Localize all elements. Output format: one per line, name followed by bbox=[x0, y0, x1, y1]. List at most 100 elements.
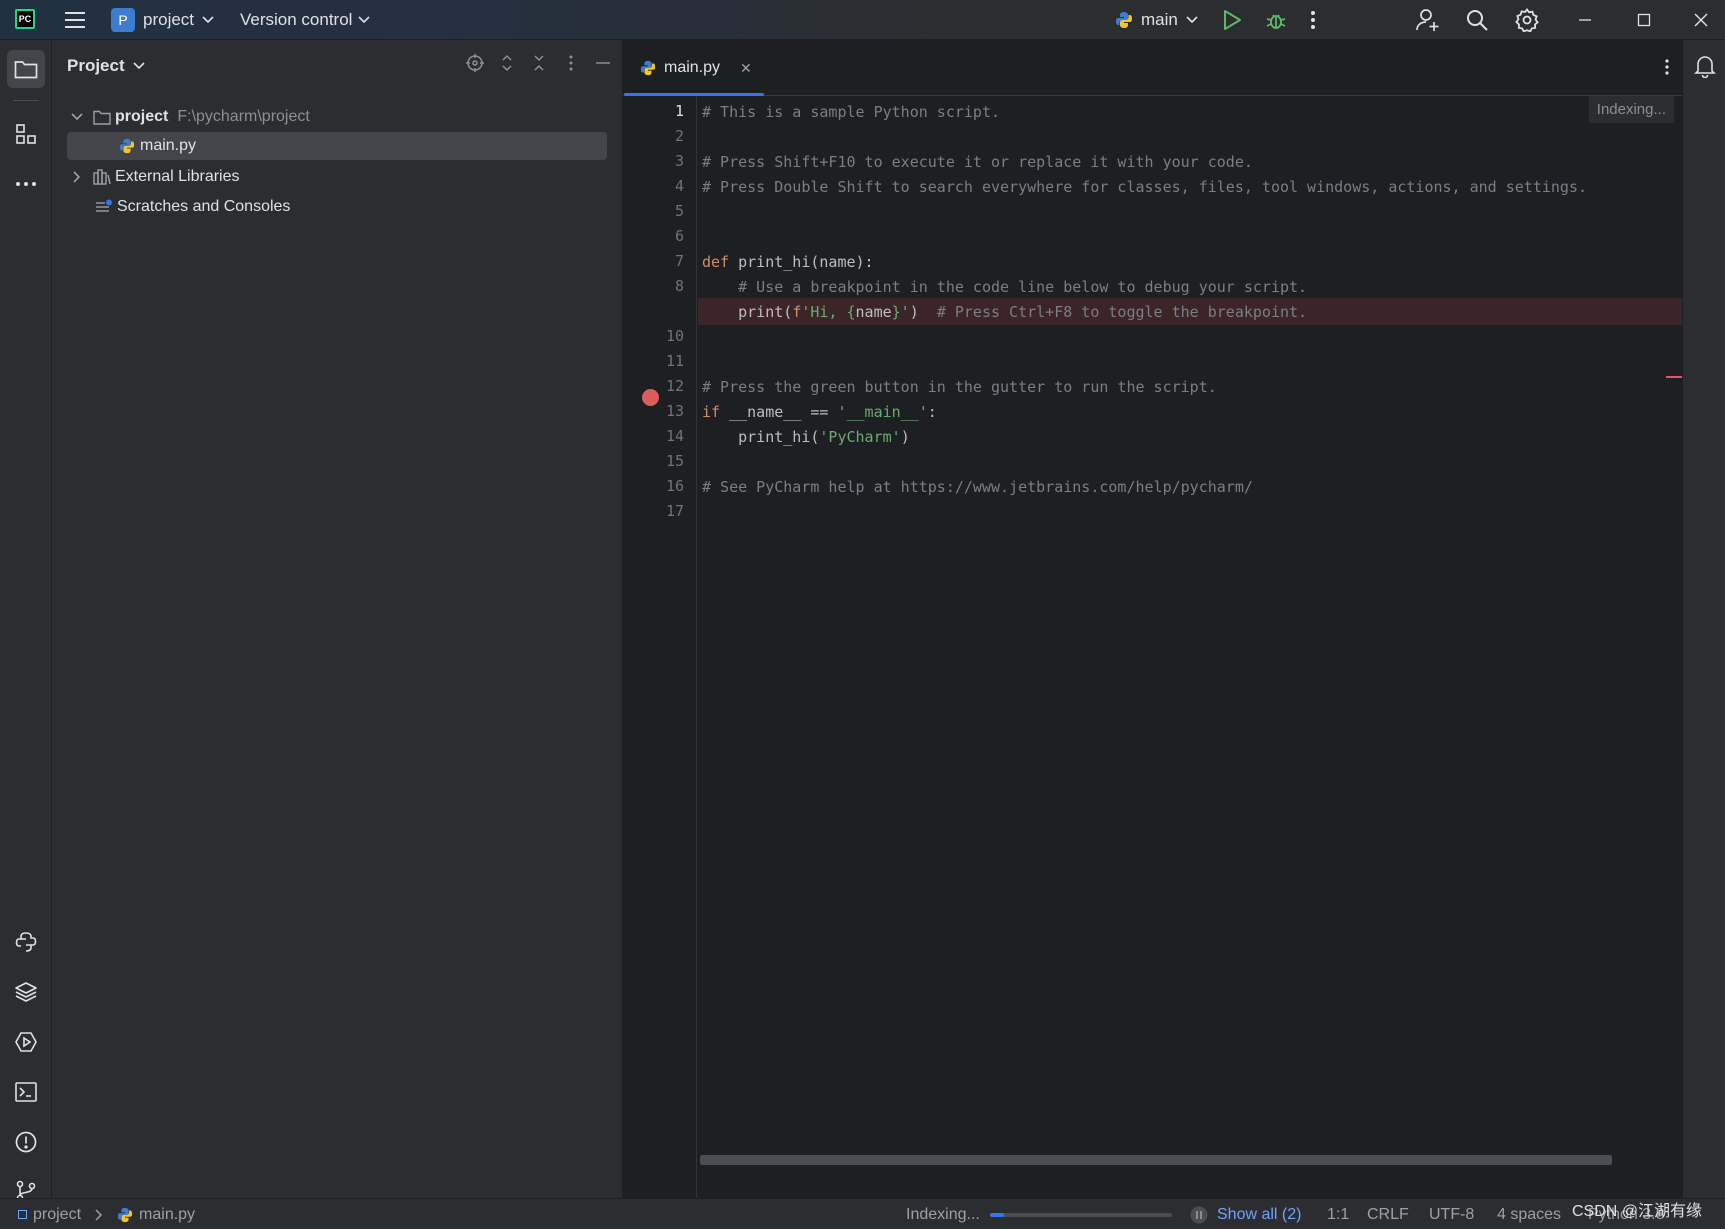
options-kebab-icon[interactable] bbox=[562, 54, 580, 77]
hide-panel-icon[interactable] bbox=[594, 54, 612, 77]
code-line[interactable]: if __name__ == '__main__': bbox=[698, 398, 937, 425]
indexing-progress-fill bbox=[989, 1212, 1005, 1217]
tree-item-label: project bbox=[115, 108, 169, 125]
settings-gear-icon[interactable] bbox=[1515, 0, 1539, 40]
minimize-window-icon[interactable] bbox=[1578, 0, 1592, 40]
left-tool-strip bbox=[0, 40, 52, 1202]
problems-icon[interactable] bbox=[7, 1123, 45, 1161]
pycharm-logo-icon[interactable]: PC bbox=[15, 9, 35, 29]
tree-item-external-libraries[interactable]: External Libraries bbox=[67, 163, 240, 191]
breadcrumb-project[interactable]: project bbox=[33, 1206, 81, 1224]
maximize-window-icon[interactable] bbox=[1637, 0, 1651, 40]
terminal-icon[interactable] bbox=[7, 1073, 45, 1111]
pause-icon[interactable] bbox=[1190, 1206, 1208, 1224]
right-tool-strip bbox=[1682, 40, 1725, 1198]
code-line[interactable]: # Press Double Shift to search everywher… bbox=[698, 173, 1587, 200]
line-number: 16 bbox=[665, 477, 684, 495]
horizontal-scrollbar[interactable] bbox=[700, 1155, 1612, 1165]
services-run-icon[interactable] bbox=[7, 1023, 45, 1061]
chevron-down-icon bbox=[133, 62, 145, 70]
breadcrumb-file[interactable]: main.py bbox=[139, 1206, 195, 1224]
project-switcher[interactable]: P project bbox=[111, 0, 214, 40]
search-icon[interactable] bbox=[1466, 0, 1488, 40]
code-line[interactable] bbox=[698, 448, 702, 475]
indent-setting[interactable]: 4 spaces bbox=[1497, 1199, 1561, 1229]
close-tab-icon[interactable]: ✕ bbox=[740, 60, 752, 77]
project-tool-folder-icon[interactable] bbox=[7, 50, 45, 88]
structure-icon[interactable] bbox=[7, 115, 45, 153]
show-all-link[interactable]: Show all (2) bbox=[1217, 1199, 1301, 1229]
line-number-gutter[interactable]: 1 2 3 4 5 6 7 8 10 11 12 13 14 15 16 17 bbox=[623, 96, 697, 1198]
line-number: 3 bbox=[674, 152, 684, 170]
code-line[interactable] bbox=[698, 123, 702, 150]
code-line[interactable]: # This is a sample Python script. bbox=[698, 98, 1000, 125]
code-line[interactable] bbox=[698, 348, 702, 375]
code-line[interactable] bbox=[698, 198, 702, 225]
indexing-hint: Indexing... bbox=[1588, 96, 1674, 123]
line-number: 11 bbox=[665, 352, 684, 370]
version-control-menu[interactable]: Version control bbox=[240, 0, 371, 40]
run-icon[interactable] bbox=[1222, 0, 1242, 40]
chevron-right-icon bbox=[95, 1208, 103, 1221]
line-number: 6 bbox=[674, 227, 684, 245]
file-encoding[interactable]: UTF-8 bbox=[1429, 1199, 1474, 1229]
project-panel-title: Project bbox=[67, 56, 125, 75]
indexing-status[interactable]: Indexing... bbox=[906, 1199, 1208, 1229]
line-separator[interactable]: CRLF bbox=[1367, 1199, 1409, 1229]
debug-icon[interactable] bbox=[1265, 0, 1287, 40]
library-icon bbox=[93, 169, 111, 185]
code-line[interactable]: # See PyCharm help at https://www.jetbra… bbox=[698, 473, 1253, 500]
status-bar: project main.py Indexing... Show all (2)… bbox=[0, 1198, 1725, 1229]
more-tool-windows-icon[interactable] bbox=[7, 165, 45, 203]
code-line[interactable]: # Press Shift+F10 to execute it or repla… bbox=[698, 148, 1253, 175]
code-line[interactable]: # Press the green button in the gutter t… bbox=[698, 373, 1217, 400]
code-line[interactable] bbox=[698, 498, 702, 525]
line-number: 4 bbox=[674, 177, 684, 195]
project-view-selector[interactable]: Project bbox=[67, 56, 145, 76]
editor-more-icon[interactable] bbox=[1664, 58, 1670, 81]
collapse-all-icon[interactable] bbox=[530, 54, 548, 77]
code-line[interactable]: # Use a breakpoint in the code line belo… bbox=[698, 273, 1307, 300]
chevron-down-icon bbox=[358, 16, 371, 24]
run-configuration-selector[interactable]: main bbox=[1115, 0, 1198, 40]
python-icon bbox=[1116, 12, 1132, 28]
watermark-text: CSDN @江湖有缘 bbox=[1572, 1202, 1703, 1220]
project-panel-toolbar bbox=[466, 54, 612, 77]
expand-all-icon[interactable] bbox=[498, 54, 516, 77]
line-number: 5 bbox=[674, 202, 684, 220]
breadcrumb: project main.py bbox=[18, 1199, 195, 1229]
python-file-icon bbox=[119, 138, 135, 154]
tree-item-label: main.py bbox=[140, 137, 197, 154]
python-packages-layers-icon[interactable] bbox=[7, 973, 45, 1011]
line-number: 8 bbox=[674, 277, 684, 295]
code-line[interactable] bbox=[698, 223, 702, 250]
tab-main-py[interactable]: main.py ✕ bbox=[623, 40, 764, 96]
tree-item-project-root[interactable]: project F:\pycharm\project bbox=[67, 103, 310, 131]
close-window-icon[interactable] bbox=[1693, 0, 1709, 40]
caret-position[interactable]: 1:1 bbox=[1327, 1199, 1349, 1229]
tree-item-scratches[interactable]: Scratches and Consoles bbox=[67, 193, 290, 221]
main-menu-icon[interactable] bbox=[64, 0, 86, 40]
code-line[interactable]: print_hi('PyCharm') bbox=[698, 423, 910, 450]
line-number: 13 bbox=[665, 402, 684, 420]
python-console-icon[interactable] bbox=[7, 923, 45, 961]
project-tool-window: Project project F:\pycharm\project main.… bbox=[52, 40, 623, 1198]
more-actions-icon[interactable] bbox=[1310, 0, 1316, 40]
title-bar: PC P project Version control main bbox=[0, 0, 1725, 40]
line-number: 7 bbox=[674, 252, 684, 270]
locate-file-icon[interactable] bbox=[466, 54, 484, 77]
python-file-icon bbox=[640, 60, 656, 76]
line-number: 12 bbox=[665, 377, 684, 395]
code-line[interactable]: print(f 'Hi, {name}') # Press Ctrl+F8 to … bbox=[698, 298, 1682, 325]
python-file-icon bbox=[117, 1207, 133, 1222]
tree-item-main-py[interactable]: main.py bbox=[67, 132, 607, 160]
project-avatar: P bbox=[111, 8, 135, 32]
error-stripe-marker[interactable] bbox=[1666, 376, 1682, 378]
editor-tab-bar: main.py ✕ bbox=[623, 40, 1682, 96]
notifications-bell-icon[interactable] bbox=[1694, 54, 1716, 83]
indexing-progress-bar bbox=[989, 1212, 1172, 1217]
add-user-icon[interactable] bbox=[1416, 0, 1440, 40]
editor-area: main.py ✕ 1 2 3 4 5 6 7 8 10 11 12 13 14 15 16 17 # Thi… bbox=[623, 40, 1682, 1198]
code-line[interactable]: def print_hi(name): bbox=[698, 248, 874, 275]
code-line[interactable] bbox=[698, 323, 702, 350]
